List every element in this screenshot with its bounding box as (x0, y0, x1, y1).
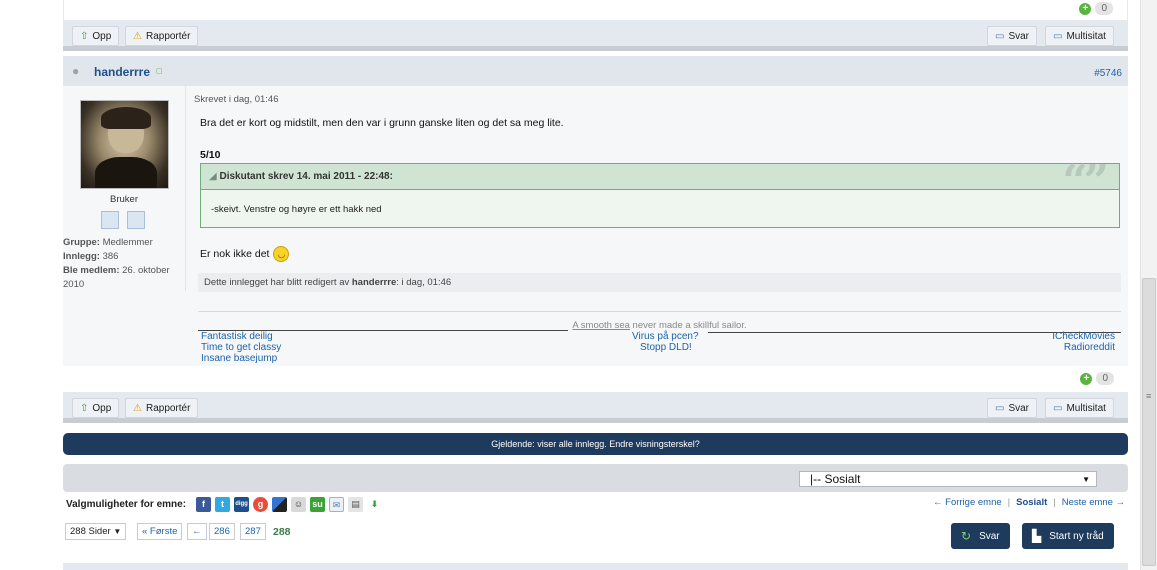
arrow-up-icon: ⇧ (80, 30, 89, 42)
page-link[interactable]: 287 (240, 523, 266, 540)
post-permalink[interactable]: #5746 (1094, 68, 1122, 79)
pages-dropdown[interactable]: 288 Sider ▼ (65, 523, 127, 540)
email-icon[interactable]: ✉ (329, 497, 345, 512)
previous-topic-link[interactable]: ← Forrige emne (933, 497, 1002, 508)
reply-topic-button[interactable]: ↻ Svar (951, 523, 1010, 549)
warning-icon: ⚠ (133, 402, 142, 414)
multiquote-button[interactable]: ▭ Multisitat (1045, 398, 1114, 418)
first-page-link[interactable]: « Første (137, 523, 183, 540)
reputation-plus-icon[interactable]: + (1080, 372, 1093, 385)
message-icon[interactable] (127, 211, 145, 229)
multiquote-button[interactable]: ▭ Multisitat (1045, 26, 1114, 46)
facebook-icon[interactable]: f (196, 497, 212, 512)
reputation-widget: + 0 (1080, 372, 1114, 385)
quote-block: ◢ Diskutant skrev 14. mai 2011 - 22:48: … (200, 156, 1120, 228)
download-icon[interactable]: ⬇ (367, 497, 383, 512)
reply-arrow-icon: ↻ (961, 529, 972, 543)
reputation-plus-icon[interactable]: + (1079, 2, 1092, 15)
reddit-icon[interactable]: ☺ (291, 497, 307, 512)
multiquote-icon: ▭ (1053, 30, 1063, 42)
previous-post-button-bar: ⇧ Opp ⚠ Rapportér ▭ Svar ▭ Multisitat (63, 20, 1128, 51)
avatar-hair (101, 107, 151, 129)
chevron-down-icon: ▼ (113, 527, 122, 536)
signature-link[interactable]: Virus på pcen? (632, 331, 699, 342)
reputation-count: 0 (1095, 2, 1113, 15)
online-status-icon: ▢ (156, 68, 163, 75)
topic-navigation: ← Forrige emne | Sosialt | Neste emne → (933, 497, 1126, 508)
post-body: Bruker Gruppe: Medlemmer Innlegg: 386 Bl… (63, 86, 1128, 385)
reputation-widget: + 0 (1079, 2, 1113, 15)
current-page: 288 (273, 526, 291, 538)
forum-page: + 0 ⇧ Opp ⚠ Rapportér ▭ Svar ▭ Multisita… (0, 0, 1157, 570)
forum-jump-select[interactable]: |-- Sosialt ▼ (799, 471, 1097, 487)
signature-link[interactable]: Stopp DLD! (640, 342, 692, 353)
post-content: Skrevet i dag, 01:46 Bra det er kort og … (185, 86, 1128, 364)
signature-link[interactable]: ICheckMovies (1052, 331, 1115, 342)
signature: A smooth sea never made a skillful sailo… (198, 311, 1121, 371)
print-icon[interactable]: ▤ (348, 497, 364, 512)
user-group: Gruppe: Medlemmer (63, 237, 153, 248)
opp-button[interactable]: ⇧ Opp (72, 398, 120, 418)
signature-link[interactable]: Insane basejump (201, 353, 277, 364)
scrollbar-thumb[interactable]: ≡ (1142, 278, 1156, 566)
post-text-1: Bra det er kort og midstilt, men den var… (200, 117, 564, 129)
current-forum-link[interactable]: Sosialt (1016, 497, 1047, 508)
previous-post-tail: + 0 (63, 0, 1128, 20)
author-name-link[interactable]: handerrre (94, 65, 150, 79)
avatar-coat (95, 157, 157, 188)
delicious-icon[interactable] (272, 497, 288, 512)
post-date: Skrevet i dag, 01:46 (194, 94, 279, 105)
post-author-bar: ● handerrre ▢ #5746 (63, 56, 1128, 86)
reputation-count: 0 (1096, 372, 1114, 385)
warning-icon: ⚠ (133, 30, 142, 42)
report-button[interactable]: ⚠ Rapportér (125, 398, 199, 418)
page-link[interactable]: 286 (209, 523, 235, 540)
report-button[interactable]: ⚠ Rapportér (125, 26, 199, 46)
reply-icon: ▭ (995, 30, 1005, 42)
signature-link[interactable]: Time to get classy (201, 342, 281, 353)
footer-strip (63, 563, 1128, 570)
next-topic-link[interactable]: Neste emne → (1062, 497, 1125, 508)
edited-notice: Dette innlegget har blitt redigert av ha… (198, 273, 1121, 292)
user-rank: Bruker (110, 194, 138, 205)
twitter-icon[interactable]: t (215, 497, 231, 512)
quote-marks-icon: “” (1062, 156, 1109, 207)
reply-icon: ▭ (995, 402, 1005, 414)
signature-link[interactable]: Fantastisk deilig (201, 331, 273, 342)
new-document-icon: ▙ (1032, 529, 1042, 543)
reply-button[interactable]: ▭ Svar (987, 26, 1038, 46)
opp-button[interactable]: ⇧ Opp (72, 26, 120, 46)
user-avatar[interactable] (80, 100, 169, 189)
multiquote-icon: ▭ (1053, 402, 1063, 414)
page-scrollbar[interactable]: ≡ (1140, 0, 1157, 570)
user-post-count: Innlegg: 386 (63, 251, 119, 262)
post-rating: 5/10 (200, 149, 221, 161)
previous-page-link[interactable]: ← (187, 523, 207, 540)
reply-button[interactable]: ▭ Svar (987, 398, 1038, 418)
digg-icon[interactable]: digg (234, 497, 250, 512)
scroll-grip-icon: ≡ (1146, 391, 1152, 401)
user-joined: Ble medlem: 26. oktober 2010 (63, 265, 170, 290)
user-offline-icon: ● (72, 64, 80, 78)
post-button-bar: ⇧ Opp ⚠ Rapportér ▭ Svar ▭ Multisitat (63, 392, 1128, 423)
topic-options-label: Valgmuligheter for emne: (66, 499, 187, 510)
chevron-down-icon: ▼ (1082, 475, 1090, 484)
quote-icon: ◢ (209, 171, 217, 182)
user-stats: Gruppe: Medlemmer Innlegg: 386 Ble medle… (63, 236, 178, 292)
topic-options: Valgmuligheter for emne: f t digg g ☺ su… (66, 497, 386, 512)
post-text-2: Er nok ikke det (200, 248, 270, 260)
forum-jump-bar: |-- Sosialt ▼ (63, 464, 1128, 492)
threshold-bar[interactable]: Gjeldende: viser alle innlegg. Endre vis… (63, 433, 1128, 455)
signature-link[interactable]: Radioreddit (1064, 342, 1115, 353)
post-text-2-row: Er nok ikke det ◡ (200, 246, 290, 262)
arrow-up-icon: ⇧ (80, 402, 89, 414)
new-thread-button[interactable]: ▙ Start ny tråd (1022, 523, 1114, 549)
quote-header: ◢ Diskutant skrev 14. mai 2011 - 22:48: … (201, 156, 1119, 207)
profile-icon[interactable] (101, 211, 119, 229)
stumbleupon-icon[interactable]: su (310, 497, 326, 512)
quote-body: -skeivt. Venstre og høyre er ett hakk ne… (211, 204, 382, 215)
google-icon[interactable]: g (253, 497, 269, 512)
wink-smiley-icon: ◡ (273, 246, 290, 262)
